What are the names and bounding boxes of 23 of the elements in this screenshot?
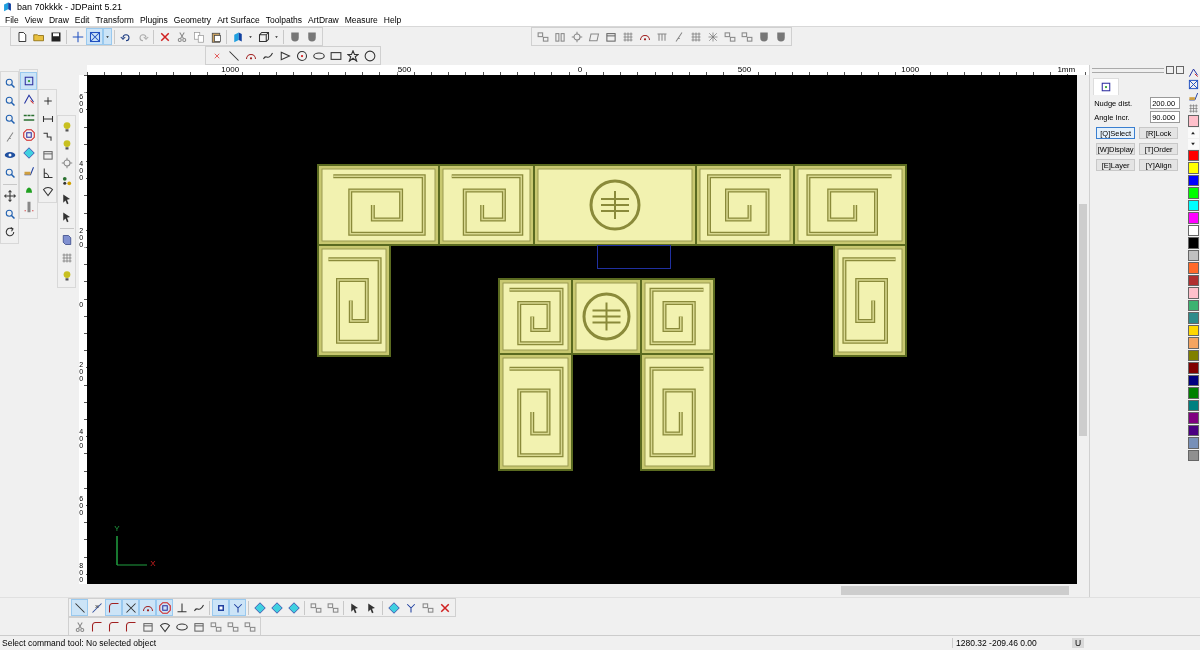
ruler-label: 500 — [397, 65, 414, 75]
ruler-label: 1mm — [1057, 65, 1078, 75]
ruler-label: 1000 — [901, 65, 922, 75]
menu-item[interactable]: View — [21, 15, 46, 25]
menu-item[interactable]: Geometry — [170, 15, 215, 25]
window-title: ban 70kkkk - JDPaint 5.21 — [17, 1, 123, 12]
menu-item[interactable]: Draw — [46, 15, 72, 25]
menu-item[interactable]: File — [2, 15, 22, 25]
menu-item[interactable]: Toolpaths — [262, 15, 306, 25]
axis-label: Y — [114, 524, 120, 534]
unit-indicator: U — [1072, 638, 1084, 649]
menu-item[interactable]: Edit — [71, 15, 93, 25]
ruler-label: 1000 — [221, 65, 242, 75]
ruler-label: 0 — [577, 65, 585, 75]
menu-item[interactable]: Measure — [341, 15, 381, 25]
status-message: Select command tool: No selected object — [2, 638, 158, 649]
menu-item[interactable]: Transform — [92, 15, 137, 25]
axis-label: X — [150, 559, 156, 569]
menu-item[interactable]: Help — [380, 15, 405, 25]
menu-item[interactable]: Art Surface — [214, 15, 263, 25]
menu-item[interactable]: ArtDraw — [305, 15, 342, 25]
ruler-label: 500 — [737, 65, 754, 75]
menu-item[interactable]: Plugins — [136, 15, 171, 25]
